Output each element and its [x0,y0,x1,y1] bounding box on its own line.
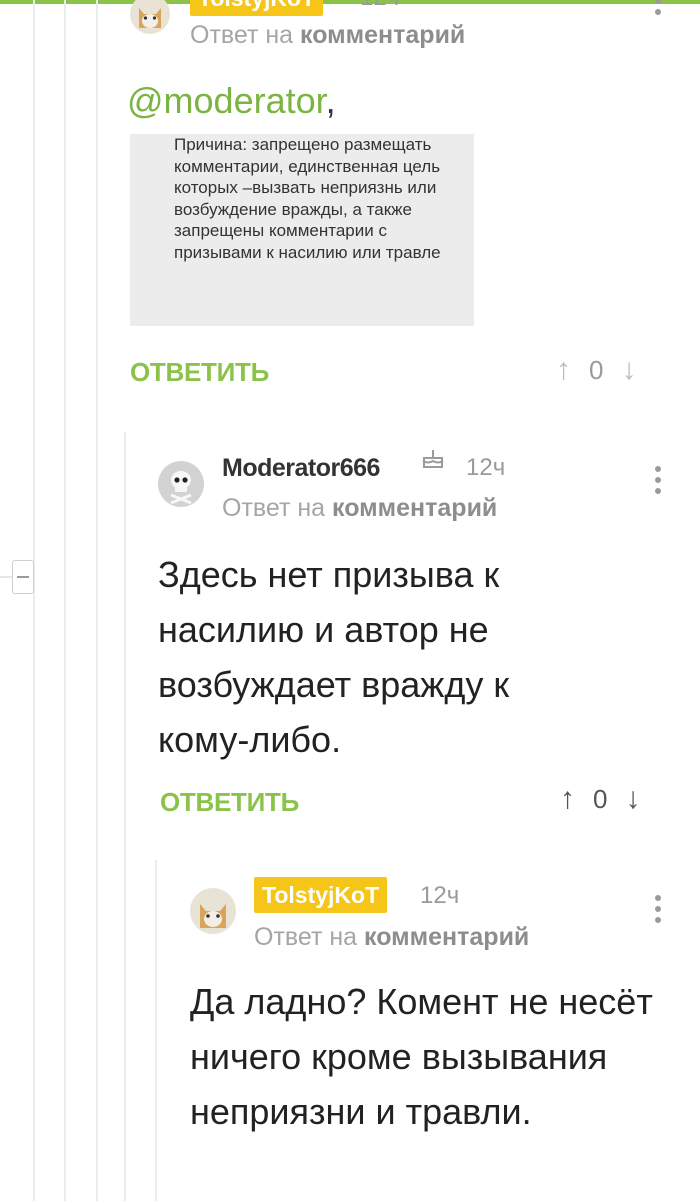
thread-line [64,0,66,1201]
comment-time: 12ч [360,0,399,12]
reply-to-link[interactable]: комментарий [332,494,497,522]
top-accent-bar [0,0,700,4]
quoted-screenshot[interactable]: Причина: запрещено размещать комментарии… [130,134,474,326]
reply-to-prefix: Ответ на [190,21,294,49]
thread-line [33,0,35,1201]
avatar[interactable] [130,0,170,34]
comment-time: 12ч [420,882,460,909]
reply-to-info[interactable]: Ответ на комментарий [190,21,465,50]
downvote-arrow-icon[interactable]: ↓ [621,353,636,387]
kebab-menu-icon[interactable] [655,466,661,494]
reply-to-info[interactable]: Ответ на комментарий [254,923,529,952]
comment-body: Здесь нет призыва к насилию и автор не в… [158,554,510,760]
thread-line [155,860,157,1201]
username-badge[interactable]: TolstyjKoT [254,877,388,913]
thread-line [96,0,98,1201]
reply-to-info[interactable]: Ответ на комментарий [222,494,497,523]
thread-line [124,432,126,1201]
avatar[interactable] [158,461,204,507]
reply-button[interactable]: ОТВЕТИТЬ [130,357,269,388]
vote-controls: ↑ 0 ↓ [560,782,640,816]
collapse-connector [0,576,12,578]
cat-avatar-icon [130,0,170,34]
moderator-cake-icon [420,448,446,475]
reply-to-link[interactable]: комментарий [300,21,465,49]
mention-suffix: , [325,80,336,121]
kebab-menu-icon[interactable] [655,895,661,923]
mention[interactable]: @moderator, [127,80,336,122]
cat-avatar-icon [190,888,236,934]
vote-count: 0 [593,783,608,814]
downvote-arrow-icon[interactable]: ↓ [625,782,640,816]
vote-count: 0 [589,354,604,385]
skull-avatar-icon [158,461,204,507]
quoted-screenshot-text: Причина: запрещено размещать комментарии… [174,135,441,262]
reply-button[interactable]: ОТВЕТИТЬ [160,787,299,818]
reply-to-prefix: Ответ на [222,494,326,522]
reply-to-prefix: Ответ на [254,923,358,951]
reply-to-link[interactable]: комментарий [364,923,529,951]
avatar[interactable] [190,888,236,934]
collapse-minus-icon [17,576,29,578]
kebab-menu-icon[interactable] [655,0,661,15]
vote-controls: ↑ 0 ↓ [556,353,636,387]
mention-link[interactable]: @moderator [127,80,326,121]
comment-body: Да ладно? Комент не несёт ничего кроме в… [190,981,653,1132]
username[interactable]: Moderator666 [222,454,380,483]
comment-time: 12ч [466,454,506,481]
upvote-arrow-icon[interactable]: ↑ [560,782,575,816]
username-badge[interactable]: TolstyjKoT [190,0,324,16]
collapse-thread-button[interactable] [12,560,34,594]
upvote-arrow-icon[interactable]: ↑ [556,353,571,387]
